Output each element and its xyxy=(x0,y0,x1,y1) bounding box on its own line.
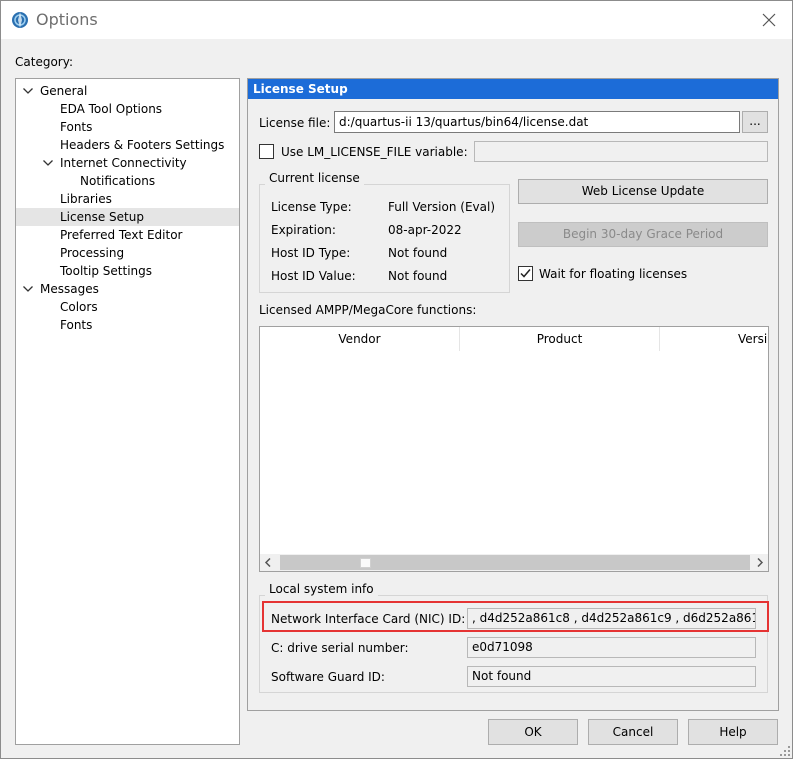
ampp-functions-list[interactable]: Vendor Product Versi xyxy=(259,326,769,572)
help-button[interactable]: Help xyxy=(688,719,778,745)
title-bar: Options xyxy=(1,1,792,39)
wait-floating-label: Wait for floating licenses xyxy=(539,267,688,281)
local-system-info-title: Local system info xyxy=(265,581,378,597)
window-title: Options xyxy=(36,10,98,29)
close-button[interactable] xyxy=(746,1,792,39)
drive-serial-field[interactable]: e0d71098 xyxy=(467,637,756,658)
tree-item-label: License Setup xyxy=(60,210,144,224)
column-header-version[interactable]: Versi xyxy=(660,327,768,351)
quartus-app-icon xyxy=(12,12,28,28)
tree-item-label: Libraries xyxy=(60,192,112,206)
checkmark-icon xyxy=(520,269,531,278)
current-license-key: License Type: xyxy=(271,200,352,214)
category-label: Category: xyxy=(15,55,73,69)
scroll-right-icon[interactable] xyxy=(756,558,764,567)
close-icon xyxy=(762,13,776,27)
browse-button[interactable]: ... xyxy=(742,111,768,133)
tree-item[interactable]: Fonts xyxy=(16,118,239,136)
license-file-label: License file: xyxy=(259,116,331,130)
tree-item-label: Fonts xyxy=(60,318,93,332)
current-license-key: Host ID Value: xyxy=(271,269,356,283)
nic-highlight-box xyxy=(262,601,769,632)
license-setup-panel: License Setup License file: d:/quartus-i… xyxy=(247,78,779,711)
drive-serial-label: C: drive serial number: xyxy=(271,641,409,655)
software-guard-label: Software Guard ID: xyxy=(271,670,385,684)
expand-chevron-icon[interactable] xyxy=(22,82,34,100)
current-license-value: Not found xyxy=(388,269,448,283)
tree-item[interactable]: Tooltip Settings xyxy=(16,262,239,280)
tree-item[interactable]: Headers & Footers Settings xyxy=(16,136,239,154)
tree-item[interactable]: Processing xyxy=(16,244,239,262)
tree-item[interactable]: Internet Connectivity xyxy=(16,154,239,172)
tree-item-label: Processing xyxy=(60,246,125,260)
tree-item[interactable]: Libraries xyxy=(16,190,239,208)
web-license-update-button[interactable]: Web License Update xyxy=(518,179,768,204)
grace-period-button[interactable]: Begin 30-day Grace Period xyxy=(518,222,768,247)
column-header-product[interactable]: Product xyxy=(460,327,660,351)
column-header-vendor[interactable]: Vendor xyxy=(260,327,460,351)
category-tree[interactable]: General EDA Tool Options Fonts Headers & Fo… xyxy=(15,78,240,745)
tree-item-label: Colors xyxy=(60,300,98,314)
tree-item[interactable]: General xyxy=(16,82,239,100)
scroll-thumb[interactable] xyxy=(360,558,371,568)
tree-item[interactable]: Messages xyxy=(16,280,239,298)
scroll-left-icon[interactable] xyxy=(264,558,272,567)
tree-item[interactable]: EDA Tool Options xyxy=(16,100,239,118)
tree-item-label: Messages xyxy=(40,282,99,296)
current-license-value: 08-apr-2022 xyxy=(388,223,462,237)
software-guard-field[interactable]: Not found xyxy=(467,666,756,687)
current-license-value: Full Version (Eval) xyxy=(388,200,496,214)
tree-item-label: Notifications xyxy=(80,174,156,188)
scroll-track[interactable] xyxy=(280,555,750,570)
use-lm-license-checkbox[interactable] xyxy=(259,144,274,159)
tree-item[interactable]: Fonts xyxy=(16,316,239,334)
license-file-input[interactable]: d:/quartus-ii 13/quartus/bin64/license.d… xyxy=(334,111,740,133)
tree-item-label: EDA Tool Options xyxy=(60,102,163,116)
tree-item-label: Headers & Footers Settings xyxy=(60,138,225,152)
tree-item[interactable]: Preferred Text Editor xyxy=(16,226,239,244)
current-license-value: Not found xyxy=(388,246,448,260)
tree-item[interactable]: Notifications xyxy=(16,172,239,190)
wait-floating-checkbox[interactable] xyxy=(518,266,533,281)
tree-item-label: Preferred Text Editor xyxy=(60,228,183,242)
ampp-label: Licensed AMPP/MegaCore functions: xyxy=(259,303,477,317)
resize-grip-icon[interactable] xyxy=(780,746,790,756)
current-license-title: Current license xyxy=(265,170,364,186)
ok-button[interactable]: OK xyxy=(488,719,578,745)
options-dialog: Options Category: General EDA Tool Option… xyxy=(0,0,793,759)
current-license-key: Host ID Type: xyxy=(271,246,351,260)
tree-item-label: Tooltip Settings xyxy=(60,264,152,278)
current-license-key: Expiration: xyxy=(271,223,336,237)
horizontal-scrollbar[interactable] xyxy=(260,554,768,571)
expand-chevron-icon[interactable] xyxy=(22,280,34,298)
cancel-button[interactable]: Cancel xyxy=(588,719,678,745)
tree-item-label: General xyxy=(40,84,88,98)
expand-chevron-icon[interactable] xyxy=(42,154,54,172)
tree-item[interactable]: License Setup xyxy=(16,208,239,226)
tree-item-label: Internet Connectivity xyxy=(60,156,187,170)
use-lm-license-input[interactable] xyxy=(474,141,768,162)
tree-item-label: Fonts xyxy=(60,120,93,134)
use-lm-license-label: Use LM_LICENSE_FILE variable: xyxy=(281,145,468,159)
tree-item[interactable]: Colors xyxy=(16,298,239,316)
panel-header: License Setup xyxy=(248,79,778,99)
